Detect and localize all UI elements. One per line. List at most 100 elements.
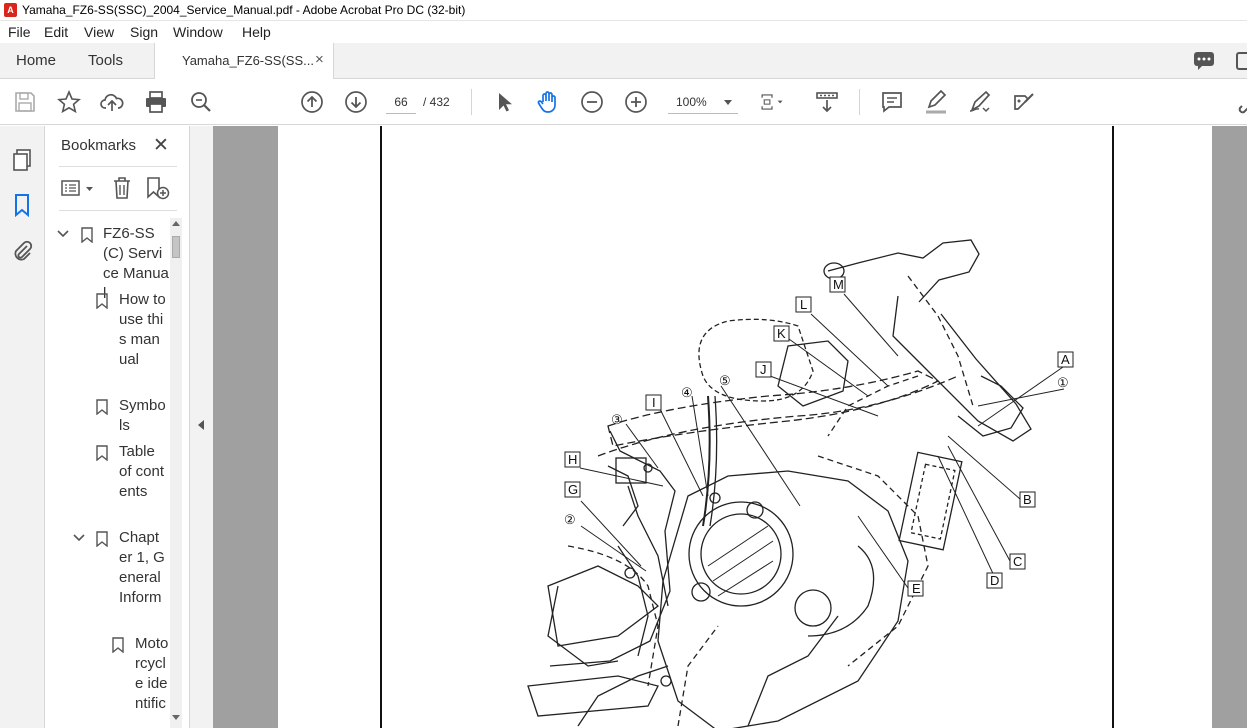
toolbar-divider [471,89,472,115]
bookmark-item[interactable]: Motorcycle identific [45,634,170,728]
page-thumbnails-icon[interactable] [10,148,34,172]
page-up-icon[interactable] [300,90,324,114]
bookmark-label: Symbols [119,397,166,434]
save-icon[interactable] [13,90,37,114]
bookmark-item-chapter-1[interactable]: Chapter 1, General Inform [45,528,170,630]
pdf-app-icon: A [4,3,17,17]
label-h: H [568,452,577,467]
chevron-down-icon[interactable] [57,228,69,240]
comment-icon[interactable] [880,90,904,114]
bookmarks-panel: Bookmarks ✕ FZ6-SS(C) Service Manual How… [45,126,190,728]
menu-file[interactable]: File [8,24,31,40]
bookmark-item[interactable]: Table of contents [45,442,170,524]
label-g: G [568,482,578,497]
scroll-mode-icon[interactable] [815,90,839,114]
zoom-in-icon[interactable] [624,90,648,114]
bookmark-item[interactable]: Symbols [45,396,170,438]
label-k: K [777,326,786,341]
page-down-icon[interactable] [344,90,368,114]
label-l: L [800,297,807,312]
zoom-select[interactable]: 100% [668,90,738,114]
comment-bubble-icon[interactable] [1193,51,1215,71]
tab-close-icon[interactable]: × [315,51,324,68]
motorcycle-wiring-diagram: M L K J I H G A B C D E ④ ⑤ ③ ② ① [527,239,1074,728]
pdf-page: M L K J I H G A B C D E ④ ⑤ ③ ② ① [278,126,1212,728]
scroll-down-arrow-icon[interactable] [172,715,180,720]
bookmark-icon [96,399,108,415]
label-d: D [990,573,999,588]
bookmarks-panel-icon[interactable] [10,193,34,218]
page-total: / 432 [423,95,450,109]
collapse-arrow-icon[interactable] [198,420,204,430]
add-bookmark-icon[interactable] [145,176,171,200]
highlight-pen-icon[interactable] [924,89,948,114]
bookmark-icon [112,637,124,653]
label-m: M [833,277,844,292]
menu-bar: File Edit View Sign Window Help [0,21,1247,43]
bookmark-tree: FZ6-SS(C) Service Manual How to use this… [45,218,170,728]
bookmark-item-root[interactable]: FZ6-SS(C) Service Manual [45,224,170,302]
toolbar-divider [859,89,860,115]
bookmark-icon [81,227,93,243]
bookmark-label: Motorcycle identific [135,635,169,712]
label-b: B [1023,492,1032,507]
tab-document[interactable]: Yamaha_FZ6-SS(SS... × [154,43,334,79]
navigation-rail [0,126,45,728]
attachments-paperclip-icon[interactable] [10,239,34,263]
chevron-down-icon[interactable] [73,532,85,544]
select-cursor-icon[interactable] [492,90,516,114]
hand-tool-icon[interactable] [536,90,560,114]
window-title: Yamaha_FZ6-SS(SSC)_2004_Service_Manual.p… [22,3,466,17]
bookmark-item[interactable]: How to use this manual [45,290,170,382]
document-view[interactable]: M L K J I H G A B C D E ④ ⑤ ③ ② ① [213,126,1247,728]
bookmark-options-icon[interactable] [61,178,95,200]
edit-sign-icon[interactable] [1012,90,1036,114]
divider [59,210,177,211]
panel-collapse-handle[interactable] [190,126,213,728]
bookmarks-title: Bookmarks [61,137,137,154]
zoom-search-icon[interactable] [189,90,213,114]
chevron-down-icon [724,100,732,105]
title-bar: A Yamaha_FZ6-SS(SSC)_2004_Service_Manual… [0,0,1247,21]
menu-edit[interactable]: Edit [44,24,68,40]
menu-window[interactable]: Window [173,24,223,40]
tab-tools[interactable]: Tools [88,52,123,69]
delete-bookmark-icon[interactable] [111,176,133,200]
bookmark-icon [96,445,108,461]
divider [59,166,177,167]
tab-home[interactable]: Home [16,52,56,69]
bookmarks-scrollbar[interactable] [170,218,182,728]
print-icon[interactable] [144,90,168,114]
callout-labels: M L K J I H G A B C D E ④ ⑤ ③ ② ① [564,276,1074,597]
scroll-up-arrow-icon[interactable] [172,221,180,226]
page-fit-icon[interactable] [760,90,794,114]
label-a: A [1061,352,1070,367]
draw-pen-icon[interactable] [968,90,992,114]
tab-document-label: Yamaha_FZ6-SS(SS... [182,53,314,68]
sign-in-icon[interactable] [1236,51,1247,71]
bookmark-label: Chapter 1, General Inform [119,529,165,606]
close-icon[interactable]: ✕ [153,134,169,157]
scrollbar-thumb[interactable] [172,236,180,258]
bookmark-label: How to use this manual [119,291,166,368]
menu-help[interactable]: Help [242,24,271,40]
label-5: ⑤ [719,373,731,388]
bookmark-label: Table of contents [119,443,165,500]
menu-sign[interactable]: Sign [130,24,158,40]
menu-view[interactable]: View [84,24,114,40]
label-e: E [912,581,921,596]
label-2: ② [564,512,576,527]
label-j: J [760,362,767,377]
tab-bar: Home Tools Yamaha_FZ6-SS(SS... × [0,43,1247,79]
page-number-input[interactable] [386,90,416,114]
label-1: ① [1057,375,1069,390]
zoom-out-icon[interactable] [580,90,604,114]
link-icon[interactable] [1236,90,1247,114]
cloud-upload-icon[interactable] [100,90,124,114]
label-c: C [1013,554,1022,569]
label-3: ③ [611,412,623,427]
star-icon[interactable] [57,89,81,114]
label-4: ④ [681,385,693,400]
toolbar: / 432 100% [0,79,1247,125]
bookmark-icon [96,293,108,309]
